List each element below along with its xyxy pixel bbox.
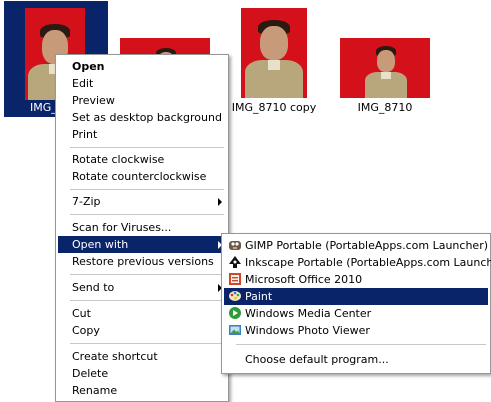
menu-item-copy[interactable]: Copy	[58, 322, 226, 339]
submenu-arrow-icon	[218, 198, 222, 206]
menu-item-open-with[interactable]: Open with	[58, 236, 226, 253]
menu-separator	[70, 189, 224, 190]
menu-item-print[interactable]: Print	[58, 126, 226, 143]
menu-item-restore-previous-versions[interactable]: Restore previous versions	[58, 253, 226, 270]
menu-separator	[236, 344, 486, 345]
menu-item-delete[interactable]: Delete	[58, 365, 226, 382]
thumbnail-image	[340, 38, 430, 98]
choose-default-program[interactable]: Choose default program...	[224, 351, 488, 368]
menu-item-open[interactable]: Open	[58, 58, 226, 75]
thumbnail-image	[241, 8, 307, 98]
thumbnail-label: IMG_	[30, 101, 57, 114]
gimp-icon	[229, 241, 241, 250]
menu-item-create-shortcut[interactable]: Create shortcut	[58, 348, 226, 365]
menu-item-rotate-counterclockwise[interactable]: Rotate counterclockwise	[58, 168, 226, 185]
menu-item-preview[interactable]: Preview	[58, 92, 226, 109]
paint-icon	[229, 291, 241, 301]
media-center-icon	[229, 307, 241, 319]
open-with-media-center[interactable]: Windows Media Center	[224, 305, 488, 322]
menu-item-7zip[interactable]: 7-Zip	[58, 193, 226, 210]
menu-separator	[70, 300, 224, 301]
open-with-paint[interactable]: Paint	[224, 288, 488, 305]
office-icon	[229, 273, 241, 285]
thumbnail-label: IMG_8710	[357, 101, 413, 114]
open-with-inkscape[interactable]: Inkscape Portable (PortableApps.com Laun…	[224, 254, 491, 271]
menu-item-send-to[interactable]: Send to	[58, 279, 226, 296]
context-menu: Open Edit Preview Set as desktop backgro…	[55, 54, 229, 402]
menu-item-scan-for-viruses[interactable]: Scan for Viruses...	[58, 219, 226, 236]
inkscape-icon	[229, 256, 241, 268]
open-with-photo-viewer[interactable]: Windows Photo Viewer	[224, 322, 488, 339]
menu-item-rotate-clockwise[interactable]: Rotate clockwise	[58, 151, 226, 168]
photo-viewer-icon	[229, 325, 241, 335]
open-with-submenu: GIMP Portable (PortableApps.com Launcher…	[221, 233, 491, 374]
menu-item-edit[interactable]: Edit	[58, 75, 226, 92]
open-with-gimp[interactable]: GIMP Portable (PortableApps.com Launcher…	[224, 237, 488, 254]
menu-item-set-desktop-background[interactable]: Set as desktop background	[58, 109, 226, 126]
open-with-office[interactable]: Microsoft Office 2010	[224, 271, 488, 288]
menu-item-rename[interactable]: Rename	[58, 382, 226, 399]
menu-separator	[70, 343, 224, 344]
menu-separator	[70, 274, 224, 275]
thumbnail-label: IMG_8710 copy	[231, 101, 317, 114]
menu-separator	[70, 214, 224, 215]
menu-separator	[70, 147, 224, 148]
menu-item-cut[interactable]: Cut	[58, 305, 226, 322]
